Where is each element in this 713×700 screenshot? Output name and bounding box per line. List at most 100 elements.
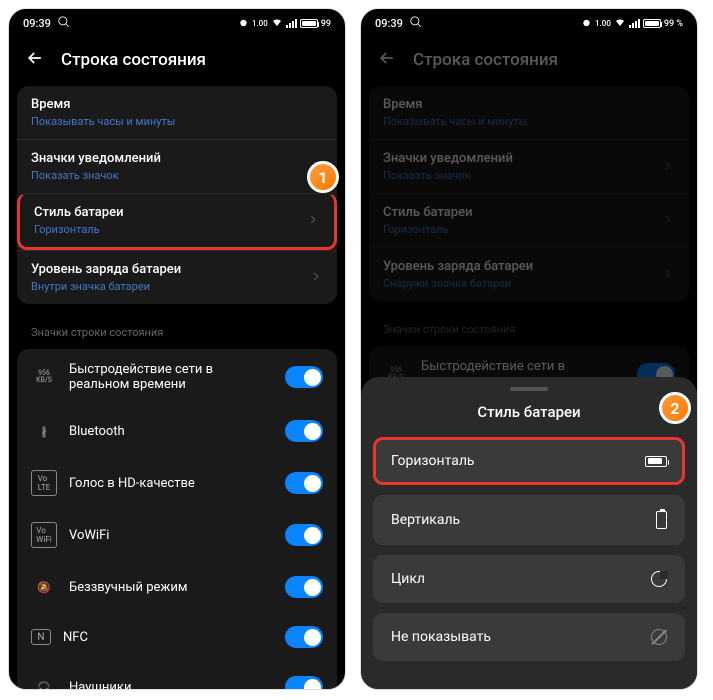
search-icon[interactable] (57, 15, 71, 32)
toggle-label: Голос в HD-качестве (69, 476, 273, 491)
option-label: Не показывать (391, 629, 491, 645)
toggle-switch[interactable] (285, 420, 323, 442)
option-label: Горизонталь (391, 453, 475, 469)
toggle-hd-voice[interactable]: VoLTE Голос в HD-качестве (17, 457, 337, 509)
chevron-right-icon (661, 157, 675, 176)
option-label: Вертикаль (391, 512, 460, 528)
toggle-headphones[interactable]: 🎧 Наушники (17, 661, 337, 690)
row-subtitle: Внутри значка батареи (31, 280, 323, 293)
row-battery-level[interactable]: Уровень заряда батареи Внутри значка бат… (17, 250, 337, 304)
chevron-right-icon (306, 211, 320, 230)
battery-vertical-icon (656, 511, 667, 529)
back-icon[interactable] (377, 48, 397, 72)
signal-icon (629, 19, 640, 28)
headphones-icon: 🎧 (31, 674, 57, 690)
option-vertical[interactable]: Вертикаль (373, 495, 685, 545)
row-subtitle: Горизонталь (383, 223, 675, 236)
battery-none-icon (651, 629, 667, 645)
hd-voice-icon: VoLTE (31, 470, 57, 496)
toggle-label: Быстродействие сети в реальном времени (69, 362, 273, 392)
signal-icon (286, 19, 297, 28)
row-title: Время (383, 97, 675, 112)
chevron-right-icon (309, 268, 323, 287)
bluetooth-icon: ∦ (31, 418, 57, 444)
nfc-icon: N (31, 629, 51, 645)
option-label: Цикл (391, 571, 425, 587)
row-notification-icons[interactable]: Значки уведомлений Показать значок (369, 139, 689, 193)
section-label: Значки строки состояния (369, 309, 689, 346)
option-none[interactable]: Не показывать (373, 613, 685, 661)
row-subtitle: Снаружи значка батареи (383, 277, 675, 290)
row-subtitle: Показать значок (383, 169, 675, 182)
page-title: Строка состояния (61, 50, 206, 70)
alarm-icon (238, 17, 249, 31)
status-bar: 09:39 1.00 99 (9, 9, 345, 38)
row-title: Значки уведомлений (383, 151, 675, 166)
toggle-switch[interactable] (285, 626, 323, 648)
phone-screen-1: 09:39 1.00 99 Строка состояния Время Пок… (8, 8, 346, 690)
row-title: Стиль батареи (34, 205, 320, 220)
row-title: Время (31, 97, 323, 112)
wifi-icon (614, 16, 626, 31)
net-speed: 1.00 (595, 19, 611, 28)
phone-screen-2: 09:39 1.00 99 % Строка состояния Время П… (360, 8, 698, 690)
bottom-sheet: Стиль батареи Горизонталь Вертикаль Цикл… (361, 377, 697, 689)
option-cycle[interactable]: Цикл (373, 555, 685, 603)
row-title: Значки уведомлений (31, 151, 323, 166)
row-subtitle: Показывать часы и минуты (383, 115, 675, 128)
toggle-silent[interactable]: 🔕 Беззвучный режим (17, 561, 337, 613)
option-horizontal[interactable]: Горизонталь (373, 437, 685, 485)
search-icon[interactable] (409, 15, 423, 32)
battery-cycle-icon (651, 571, 667, 587)
page-title: Строка состояния (413, 50, 558, 70)
net-speed: 1.00 (252, 19, 268, 28)
battery-icon (643, 19, 661, 28)
row-notification-icons[interactable]: Значки уведомлений Показать значок (17, 139, 337, 193)
toggle-net-speed[interactable]: 956 KB/S Быстродействие сети в реальном в… (17, 349, 337, 405)
row-title: Стиль батареи (383, 205, 675, 220)
row-subtitle: Показать значок (31, 169, 323, 182)
row-battery-style[interactable]: Стиль батареи Горизонталь (369, 193, 689, 247)
status-time: 09:39 (375, 17, 403, 30)
toggle-vowifi[interactable]: VoWiFi VoWiFi (17, 509, 337, 561)
status-bar: 09:39 1.00 99 % (361, 9, 697, 38)
silent-icon: 🔕 (31, 574, 57, 600)
page-header: Строка состояния (361, 38, 697, 86)
speed-icon: 956 KB/S (31, 364, 57, 390)
toggle-nfc[interactable]: N NFC (17, 613, 337, 661)
toggle-switch[interactable] (285, 576, 323, 598)
section-label: Значки строки состояния (17, 312, 337, 349)
row-time[interactable]: Время Показывать часы и минуты (369, 86, 689, 139)
toggle-label: NFC (63, 630, 273, 645)
battery-label: 99 % (664, 19, 683, 29)
annotation-badge-1: 1 (307, 161, 339, 193)
sheet-handle[interactable] (510, 387, 548, 391)
toggle-switch[interactable] (285, 676, 323, 690)
toggle-label: Наушники (69, 680, 273, 691)
toggle-label: Беззвучный режим (69, 580, 273, 595)
page-header: Строка состояния (9, 38, 345, 86)
battery-icon (300, 19, 318, 28)
row-time[interactable]: Время Показывать часы и минуты (17, 86, 337, 139)
row-title: Уровень заряда батареи (383, 259, 675, 274)
back-icon[interactable] (25, 48, 45, 72)
battery-pct: 99 (321, 19, 331, 29)
row-subtitle: Показывать часы и минуты (31, 115, 323, 128)
annotation-badge-2: 2 (659, 392, 691, 424)
toggle-bluetooth[interactable]: ∦ Bluetooth (17, 405, 337, 457)
row-subtitle: Горизонталь (34, 223, 320, 236)
toggle-switch[interactable] (285, 472, 323, 494)
chevron-right-icon (661, 211, 675, 230)
toggle-label: Bluetooth (69, 424, 273, 439)
row-title: Уровень заряда батареи (31, 262, 323, 277)
status-time: 09:39 (23, 17, 51, 30)
toggle-switch[interactable] (285, 366, 323, 388)
vowifi-icon: VoWiFi (31, 522, 57, 548)
row-battery-style[interactable]: Стиль батареи Горизонталь (17, 193, 337, 250)
wifi-icon (271, 16, 283, 31)
row-battery-level[interactable]: Уровень заряда батареи Снаружи значка ба… (369, 247, 689, 301)
toggle-label: VoWiFi (69, 528, 273, 543)
toggle-switch[interactable] (285, 524, 323, 546)
battery-horizontal-icon (645, 456, 667, 467)
sheet-title: Стиль батареи (373, 403, 685, 421)
